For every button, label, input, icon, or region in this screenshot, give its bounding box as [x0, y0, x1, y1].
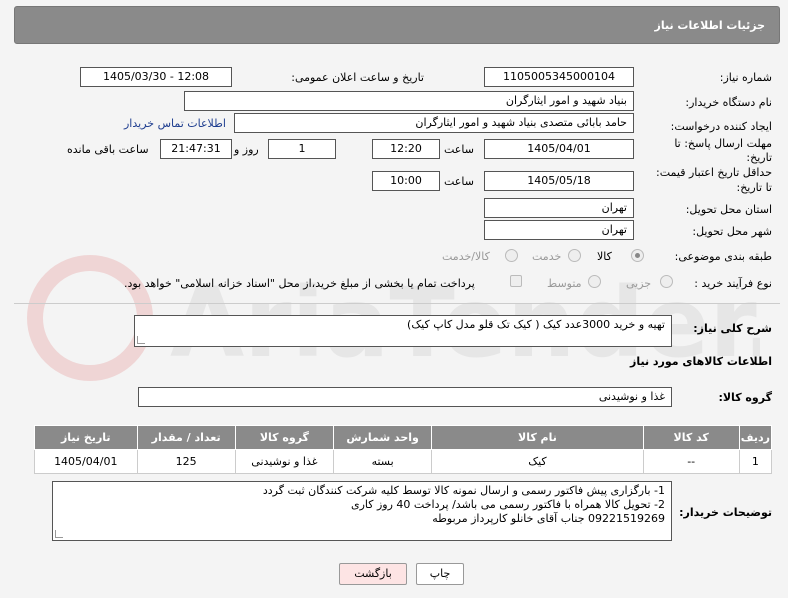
- col-quantity: تعداد / مقدار: [136, 425, 236, 450]
- category-goods-service-radio[interactable]: [505, 249, 518, 262]
- price-validity-label: حداقل تاریخ اعتبار قیمت:: [656, 166, 772, 179]
- price-time-field[interactable]: 10:00: [372, 171, 440, 191]
- item-quantity: 125: [136, 449, 236, 474]
- col-item-group: گروه کالا: [234, 425, 335, 450]
- description-textarea[interactable]: تهیه و خرید 3000عدد کیک ( کیک تک قلو مدل…: [134, 315, 672, 347]
- need-number-field[interactable]: 1105005345000104: [484, 67, 634, 87]
- reply-date-field[interactable]: 1405/04/01: [484, 139, 634, 159]
- item-name: کیک: [431, 449, 644, 474]
- remaining-time-field[interactable]: 21:47:31: [160, 139, 232, 159]
- treasury-payment-note: پرداخت تمام یا بخشی از مبلغ خرید،از محل …: [124, 277, 475, 290]
- col-item-code: کد کالا: [642, 425, 740, 450]
- process-type-label: نوع فرآیند خرید :: [694, 277, 772, 290]
- creator-label: ایجاد کننده درخواست:: [670, 120, 772, 133]
- resize-grip-icon[interactable]: [137, 336, 145, 344]
- province-field[interactable]: تهران: [484, 198, 634, 218]
- process-medium-radio[interactable]: [588, 275, 601, 288]
- buyer-org-label: نام دستگاه خریدار:: [685, 96, 772, 109]
- price-time-label: ساعت: [444, 175, 474, 188]
- process-medium-label: متوسط: [547, 277, 582, 290]
- col-item-name: نام کالا: [431, 425, 644, 450]
- city-field[interactable]: تهران: [484, 220, 634, 240]
- remaining-time-label: ساعت باقی مانده: [67, 143, 149, 156]
- description-text: تهیه و خرید 3000عدد کیک ( کیک تک قلو مدل…: [407, 318, 665, 331]
- treasury-payment-checkbox[interactable]: [510, 275, 522, 287]
- category-goods-label: کالا: [597, 250, 612, 263]
- row-number: 1: [738, 449, 773, 474]
- reply-deadline-label: مهلت ارسال پاسخ: تا: [674, 137, 772, 150]
- announce-date-field[interactable]: 1405/03/30 - 12:08: [80, 67, 232, 87]
- page-title: جزئیات اطلاعات نیاز: [654, 19, 766, 32]
- page-header: جزئیات اطلاعات نیاز: [14, 6, 780, 44]
- price-date-field[interactable]: 1405/05/18: [484, 171, 634, 191]
- goods-section-title: اطلاعات کالاهای مورد نیاز: [630, 355, 772, 368]
- col-row-number: ردیف: [738, 425, 773, 450]
- days-label: روز و: [234, 143, 259, 156]
- category-label: طبقه بندی موضوعی:: [674, 250, 772, 263]
- process-minor-label: جزیی: [626, 277, 652, 290]
- announce-date-label: تاریخ و ساعت اعلان عمومی:: [291, 71, 424, 84]
- buyer-notes-label: توضیحات خریدار:: [679, 506, 772, 519]
- reply-time-label: ساعت: [444, 143, 474, 156]
- description-label: شرح کلی نیاز:: [693, 322, 772, 335]
- buyer-note-line-3: 09221519269 جناب آقای خانلو کارپرداز مرب…: [432, 512, 665, 525]
- print-button[interactable]: چاپ: [416, 563, 464, 585]
- buyer-note-line-1: 1- بارگزاری پیش فاکتور رسمی و ارسال نمون…: [262, 484, 665, 497]
- buyer-note-line-2: 2- تحویل کالا همراه با فاکتور رسمی می با…: [350, 498, 665, 511]
- item-need-date: 1405/04/01: [34, 449, 138, 474]
- need-number-label: شماره نیاز:: [719, 71, 772, 84]
- buyer-contact-link[interactable]: اطلاعات تماس خریدار: [124, 117, 226, 130]
- reply-deadline-label-date: تاریخ:: [746, 151, 772, 164]
- section-divider: [14, 303, 780, 304]
- table-row: 1 -- کیک بسته غذا و نوشیدنی 125 1405/04/…: [34, 449, 773, 474]
- city-label: شهر محل تحویل:: [692, 225, 772, 238]
- creator-field[interactable]: حامد بابائی متصدی بنیاد شهید و امور ایثا…: [234, 113, 634, 133]
- col-unit: واحد شمارش: [332, 425, 433, 450]
- remaining-days-field[interactable]: 1: [268, 139, 336, 159]
- item-group: غذا و نوشیدنی: [234, 449, 335, 474]
- goods-group-field[interactable]: غذا و نوشیدنی: [138, 387, 672, 407]
- category-service-radio[interactable]: [568, 249, 581, 262]
- item-unit: بسته: [332, 449, 433, 474]
- buyer-notes-textarea[interactable]: 1- بارگزاری پیش فاکتور رسمی و ارسال نمون…: [52, 481, 672, 541]
- category-goods-radio[interactable]: [631, 249, 644, 262]
- back-button[interactable]: بازگشت: [339, 563, 407, 585]
- resize-grip-icon[interactable]: [55, 530, 63, 538]
- reply-time-field[interactable]: 12:20: [372, 139, 440, 159]
- goods-table-header: ردیف کد کالا نام کالا واحد شمارش گروه کا…: [34, 425, 773, 450]
- price-validity-label-date: تا تاریخ:: [736, 181, 772, 194]
- category-goods-service-label: کالا/خدمت: [442, 250, 490, 263]
- buyer-org-field[interactable]: بنیاد شهید و امور ایثارگران: [184, 91, 634, 111]
- category-service-label: خدمت: [532, 250, 562, 263]
- item-code: --: [642, 449, 740, 474]
- province-label: استان محل تحویل:: [685, 203, 772, 216]
- col-need-date: تاریخ نیاز: [34, 425, 138, 450]
- goods-table: ردیف کد کالا نام کالا واحد شمارش گروه کا…: [34, 425, 773, 474]
- goods-group-label: گروه کالا:: [718, 391, 772, 404]
- process-minor-radio[interactable]: [660, 275, 673, 288]
